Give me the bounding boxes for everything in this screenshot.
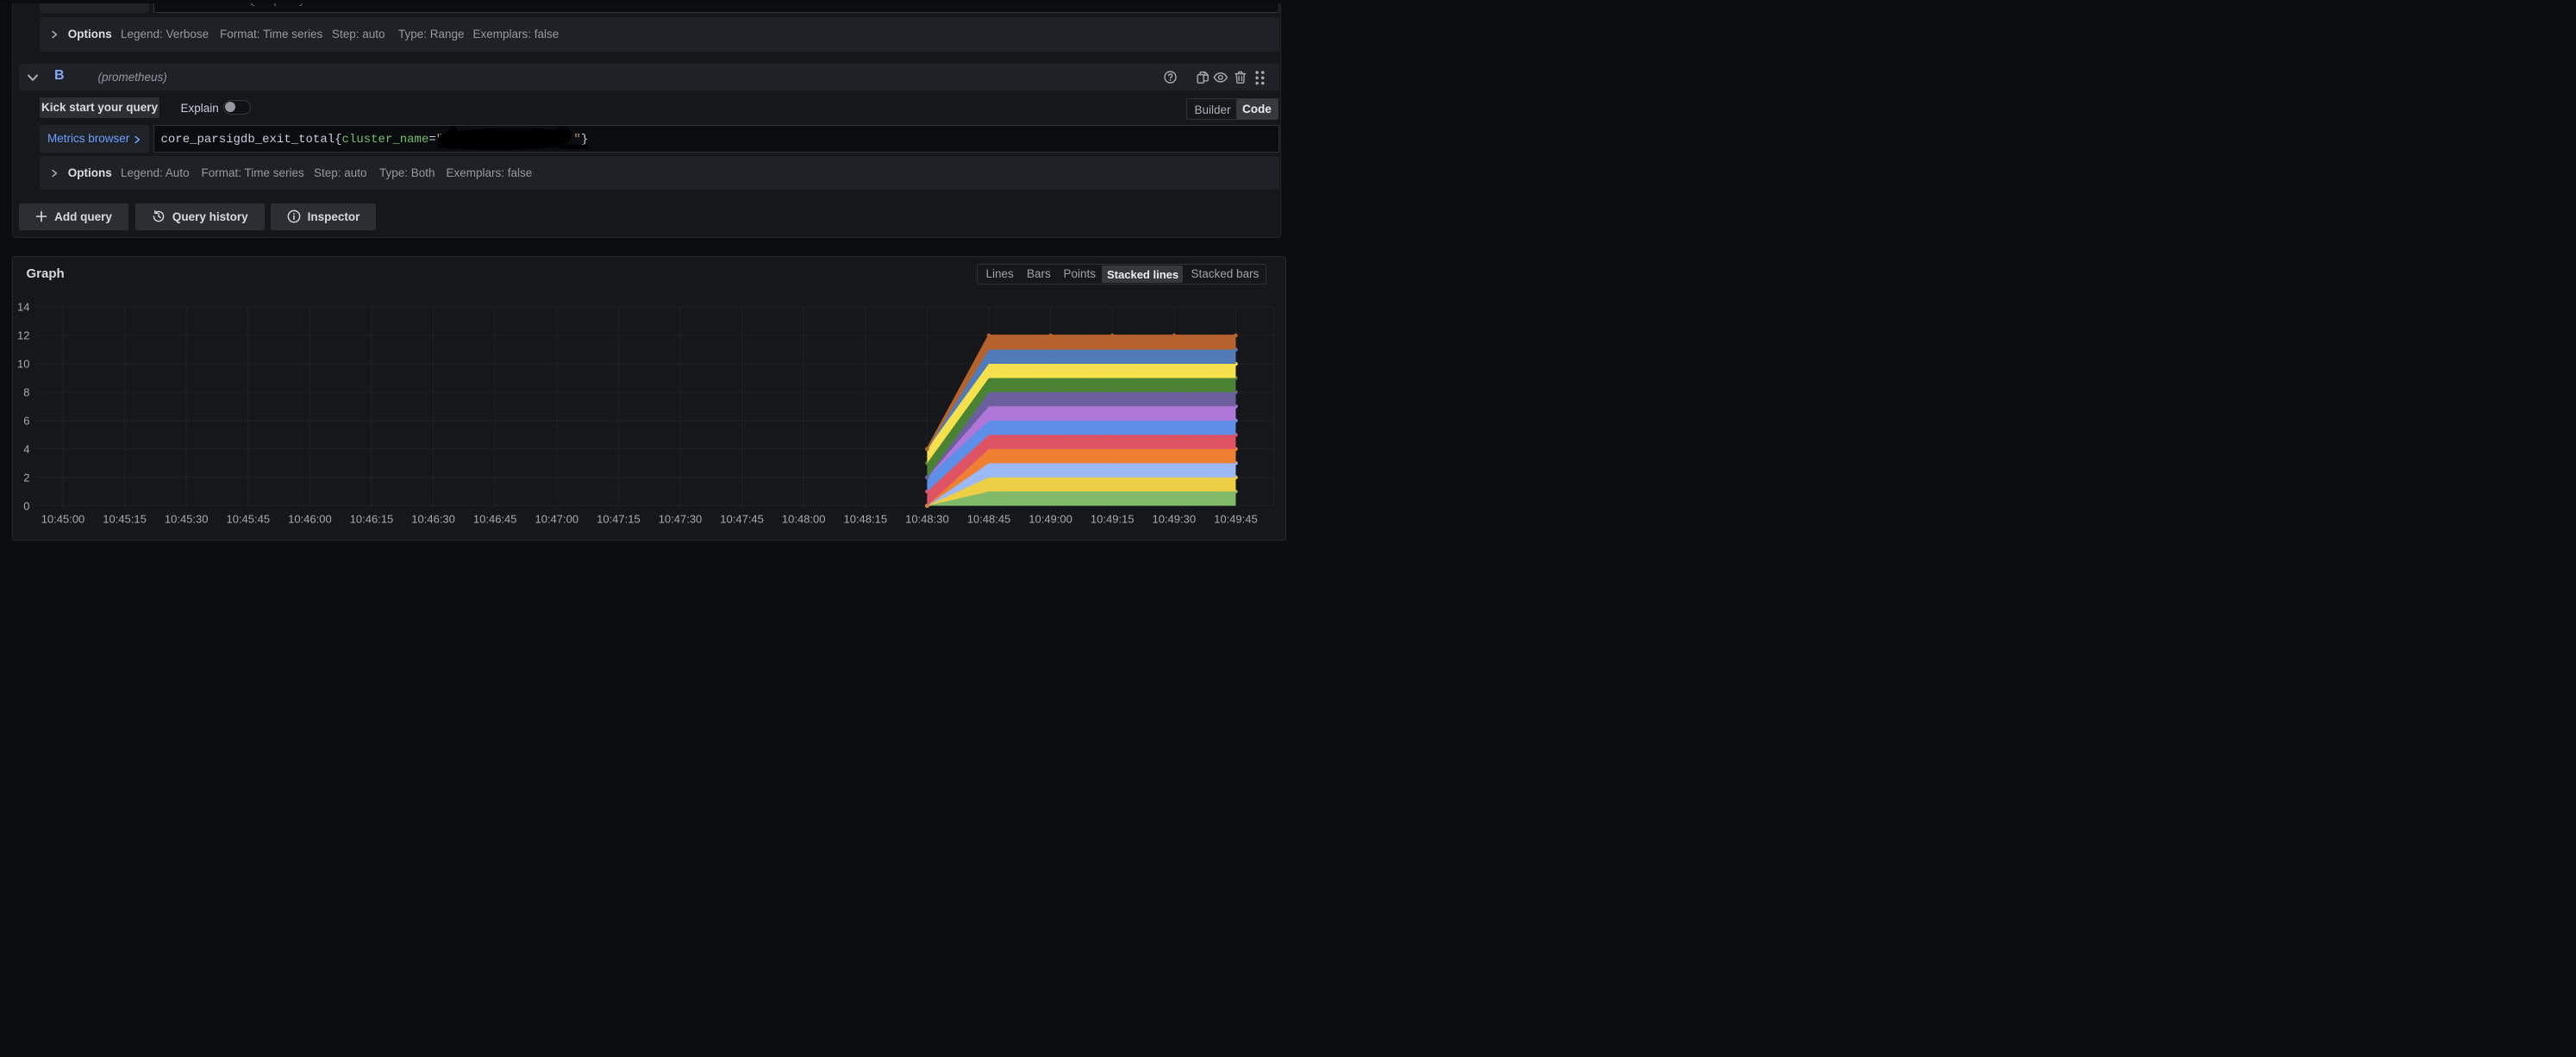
svg-text:14: 14	[17, 301, 29, 314]
svg-text:10:49:30: 10:49:30	[1152, 513, 1196, 526]
svg-text:10: 10	[17, 358, 29, 371]
svg-text:0: 0	[23, 499, 29, 512]
svg-text:10:47:00: 10:47:00	[535, 513, 578, 526]
svg-text:10:48:30: 10:48:30	[905, 513, 949, 526]
svg-text:10:46:15: 10:46:15	[350, 513, 394, 526]
svg-text:8: 8	[23, 386, 29, 399]
svg-text:10:47:15: 10:47:15	[597, 513, 641, 526]
svg-text:10:48:15: 10:48:15	[843, 513, 887, 526]
svg-text:10:48:45: 10:48:45	[967, 513, 1011, 526]
svg-text:10:45:30: 10:45:30	[165, 513, 209, 526]
svg-text:4: 4	[23, 442, 29, 455]
svg-text:10:46:30: 10:46:30	[411, 513, 455, 526]
svg-text:10:49:15: 10:49:15	[1091, 513, 1135, 526]
svg-text:10:49:45: 10:49:45	[1214, 513, 1258, 526]
svg-text:10:45:45: 10:45:45	[226, 513, 270, 526]
svg-text:10:48:00: 10:48:00	[782, 513, 826, 526]
svg-text:10:45:00: 10:45:00	[41, 513, 85, 526]
svg-text:10:46:45: 10:46:45	[473, 513, 517, 526]
svg-text:10:47:45: 10:47:45	[720, 513, 764, 526]
svg-text:10:49:00: 10:49:00	[1029, 513, 1072, 526]
svg-text:12: 12	[17, 329, 29, 342]
svg-text:10:45:15: 10:45:15	[103, 513, 147, 526]
svg-text:10:47:30: 10:47:30	[659, 513, 703, 526]
svg-text:6: 6	[23, 414, 29, 427]
svg-text:2: 2	[23, 471, 29, 484]
svg-text:10:46:00: 10:46:00	[288, 513, 332, 526]
